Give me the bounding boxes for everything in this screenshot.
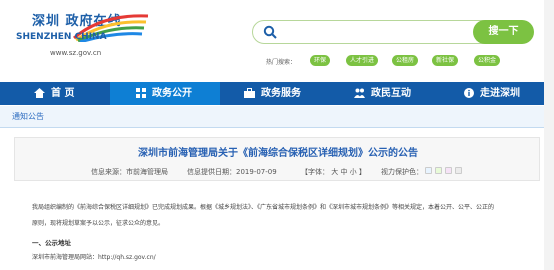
hot-item-housing-fund[interactable]: 公积金	[474, 55, 501, 66]
hot-item-social-security[interactable]: 新社保	[432, 55, 459, 66]
eye-care-color-blue[interactable]	[425, 167, 432, 174]
hot-search-bar: 热门搜索： 环保 人才引进 公租房 新社保 公积金	[252, 54, 542, 68]
grid-icon	[136, 88, 146, 98]
section-heading: 一、公示地址	[32, 239, 71, 247]
eye-care-label: 视力保护色：	[381, 168, 423, 176]
search-input[interactable]	[283, 24, 443, 40]
article-title: 深圳市前海管理局关于《前海综合保税区详细规划》公示的公告	[138, 148, 418, 159]
people-icon	[354, 88, 365, 98]
site-address: 深圳市前海管理局网站：http://qh.sz.gov.cn/	[32, 254, 156, 261]
hot-item-talent[interactable]: 人才引进	[346, 55, 379, 66]
nav-government-affairs[interactable]: 政务公开	[110, 82, 220, 105]
hot-item-public-housing[interactable]: 公租房	[392, 55, 419, 66]
nav-about-shenzhen-label: 走进深圳	[480, 88, 520, 99]
article-date: 信息提供日期：2019-07-09	[187, 168, 277, 176]
nav-services-label: 政务服务	[261, 88, 301, 99]
article-header: 深圳市前海管理局关于《前海综合保税区详细规划》公示的公告 信息来源：市前海管理局…	[14, 137, 540, 181]
logo-url: www.sz.gov.cn	[50, 49, 102, 57]
logo-english: SHENZHEN CHINA	[16, 32, 107, 42]
nav-interaction-label: 政民互动	[371, 88, 411, 99]
font-size-controls[interactable]: 【字体： 大 中 小 】	[301, 167, 366, 177]
nav-government-affairs-label: 政务公开	[152, 88, 192, 99]
breadcrumb-link[interactable]: 通知公告	[12, 111, 44, 122]
scrollbar[interactable]	[544, 0, 554, 270]
nav-services[interactable]: 政务服务	[220, 82, 330, 105]
eye-care-color-green[interactable]	[435, 167, 442, 174]
article-source: 信息来源：市前海管理局	[91, 168, 168, 176]
nav-home[interactable]: 首 页	[0, 82, 110, 105]
page: 深圳 政府在线 SHENZHEN CHINA www.sz.gov.cn 搜一下…	[0, 0, 554, 270]
nav-home-label: 首 页	[51, 88, 75, 99]
nav-interaction[interactable]: 政民互动	[330, 82, 440, 105]
eye-care-color-pink[interactable]	[445, 167, 452, 174]
article: 深圳市前海管理局关于《前海综合保税区详细规划》公示的公告 信息来源：市前海管理局…	[14, 131, 540, 270]
eye-care-color-gray[interactable]	[455, 167, 462, 174]
info-icon	[464, 88, 474, 98]
home-icon	[34, 88, 45, 98]
main-nav: 首 页 政务公开 政务服务 政民互动 走进深圳	[0, 82, 554, 105]
breadcrumb: 通知公告	[0, 106, 554, 128]
briefcase-icon	[244, 88, 255, 98]
paragraph-1: 我局组织编制的《前海综合保税区详细规划》已完成规划成果。根据《城乡规划法》、《广…	[32, 204, 495, 211]
hot-search-label: 热门搜索：	[266, 59, 297, 66]
search-button[interactable]: 搜一下	[473, 20, 534, 44]
hot-item-environment[interactable]: 环保	[310, 55, 331, 66]
site-logo[interactable]: 深圳 政府在线 SHENZHEN CHINA www.sz.gov.cn	[14, 6, 164, 66]
search-box: 搜一下	[252, 20, 534, 44]
search-icon	[263, 25, 277, 39]
header: 深圳 政府在线 SHENZHEN CHINA www.sz.gov.cn 搜一下…	[0, 0, 554, 76]
nav-about-shenzhen[interactable]: 走进深圳	[440, 82, 554, 105]
paragraph-2: 原则，现将规划草案予以公示，征求公众的意见。	[32, 220, 165, 227]
